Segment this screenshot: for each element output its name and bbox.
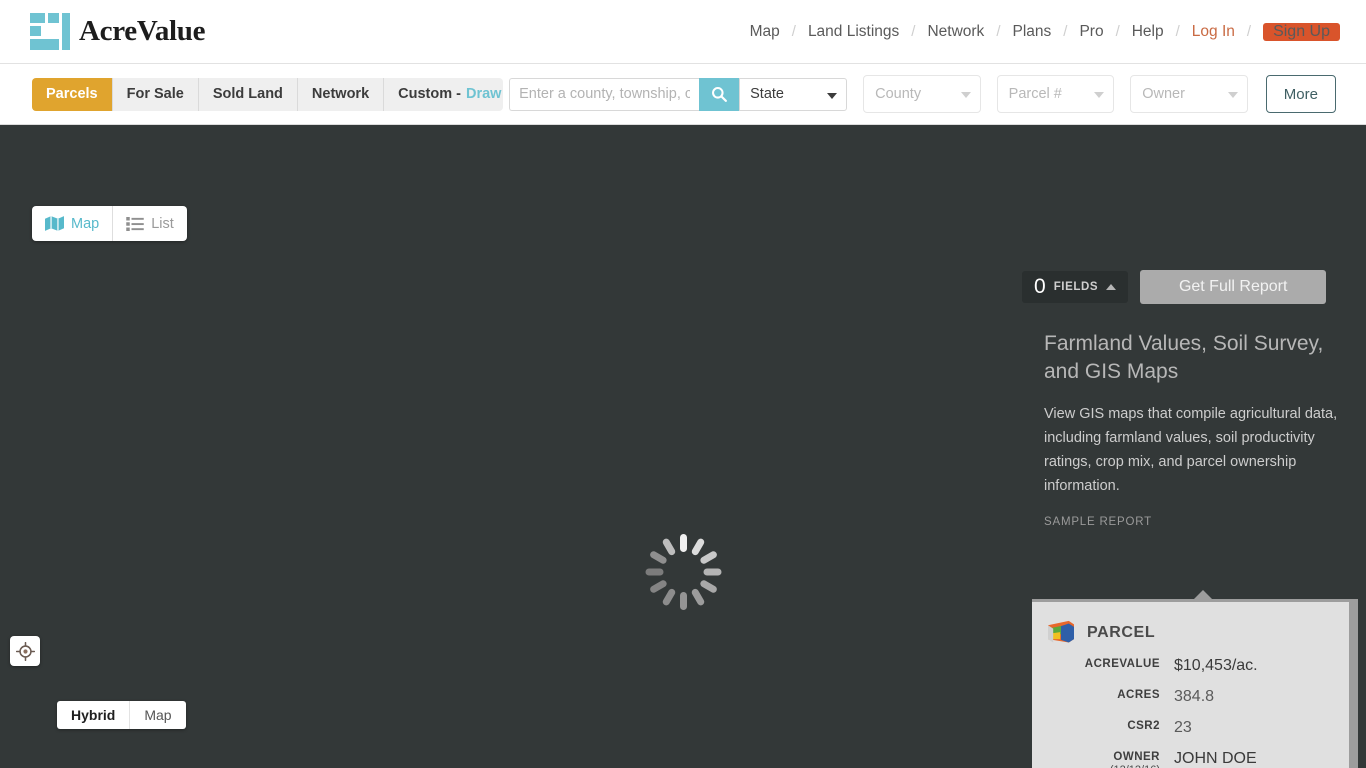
row-key: CSR2 [1127,720,1160,732]
parcel-row-csr2: CSR2 23 [1032,708,1358,739]
state-select[interactable]: State [739,77,848,111]
owner-filter-label: Owner [1142,86,1185,102]
chevron-down-icon [827,92,838,99]
sample-report-label: SAMPLE REPORT [1044,516,1152,528]
county-filter-label: County [875,86,922,102]
nav-item-land-listings[interactable]: Land Listings [798,23,909,41]
parcel-row-owner: OWNER (12/12/16) JOHN DOE [1032,739,1358,768]
acrevalue-logo-icon [30,12,70,51]
parcel-number-filter-label: Parcel # [1008,86,1062,102]
parcel-row-acrevalue: ACREVALUE $10,453/ac. [1032,646,1358,677]
custom-label: Custom - [398,86,461,102]
tab-custom[interactable]: Custom - Draw [384,77,504,111]
chevron-down-icon [1227,92,1238,98]
row-value: 384.8 [1174,688,1215,705]
nav-separator: / [791,23,796,40]
map-icon [45,216,64,231]
geolocate-button[interactable] [10,636,40,666]
nav-item-help[interactable]: Help [1122,23,1174,41]
parcel-card: PARCEL ACREVALUE $10,453/ac. ACRES 384.8… [1032,599,1358,768]
owner-date: (12/12/16) [1032,764,1160,768]
site-header: AcreValue Map / Land Listings / Network … [0,0,1366,64]
search-input[interactable] [509,77,700,111]
nav-separator: / [1063,23,1068,40]
nav-separator: / [1246,23,1252,40]
page-title: Farmland Values, Soil Survey, and GIS Ma… [1044,332,1324,383]
crosshair-icon [15,641,35,661]
nav-item-network[interactable]: Network [917,23,994,41]
row-key: ACRES [1117,689,1160,701]
state-select-label: State [750,86,784,102]
view-toggle-list[interactable]: List [112,206,187,241]
row-value: $10,453/ac. [1174,657,1258,674]
view-toggle-list-label: List [151,215,174,232]
chevron-down-icon [1094,92,1105,98]
layer-tabs: Parcels For Sale Sold Land Network Custo… [32,77,504,111]
tab-sold-land[interactable]: Sold Land [198,77,298,111]
row-value: JOHN DOE [1174,750,1257,767]
nav-separator: / [1175,23,1180,40]
search-group: State [509,77,848,111]
more-filters-button[interactable]: More [1265,75,1336,113]
basemap-map[interactable]: Map [129,701,185,729]
tab-parcels[interactable]: Parcels [32,77,113,111]
search-toolbar: Parcels For Sale Sold Land Network Custo… [0,64,1366,125]
nav-item-plans[interactable]: Plans [1002,23,1061,41]
view-toggle-map[interactable]: Map [32,206,112,241]
chevron-down-icon [960,92,971,98]
card-scrollbar[interactable] [1349,602,1358,768]
parcel-row-acres: ACRES 384.8 [1032,677,1358,708]
basemap-toggle: Hybrid Map [57,701,186,729]
panel-body: Farmland Values, Soil Survey, and GIS Ma… [1024,308,1366,768]
panel-description: View GIS maps that compile agricultural … [1044,406,1338,494]
card-pointer-icon [1194,590,1212,599]
tab-for-sale[interactable]: For Sale [112,77,199,111]
row-value: 23 [1174,719,1192,736]
parcel-number-filter[interactable]: Parcel # [996,75,1115,113]
nav-item-map[interactable]: Map [740,23,790,41]
search-icon [711,86,727,102]
tab-network[interactable]: Network [297,77,385,111]
get-full-report-button[interactable]: Get Full Report [1140,270,1327,304]
basemap-hybrid[interactable]: Hybrid [57,701,129,729]
map-canvas[interactable]: Map List Hybrid Map 0 FIELDS Get Full Re… [0,125,1366,768]
nav-separator: / [996,23,1001,40]
parcel-card-title: PARCEL [1087,624,1156,641]
fields-counter[interactable]: 0 FIELDS [1022,271,1129,303]
nav-separator: / [1115,23,1120,40]
list-icon [126,216,144,231]
view-toggle-map-label: Map [71,215,100,232]
draw-link[interactable]: Draw [466,86,501,102]
nav-item-pro[interactable]: Pro [1069,23,1113,41]
chevron-up-icon [1106,284,1117,290]
main-nav: Map / Land Listings / Network / Plans / … [740,22,1340,41]
nav-item-log-in[interactable]: Log In [1182,23,1245,41]
row-key: ACREVALUE [1084,658,1160,670]
fields-label: FIELDS [1053,281,1099,293]
owner-filter[interactable]: Owner [1130,75,1248,113]
sign-up-button[interactable]: Sign Up [1263,22,1340,41]
parcel-layers-icon [1048,620,1074,643]
fields-count: 0 [1034,275,1046,298]
brand-name: AcreValue [79,15,206,47]
panel-header: 0 FIELDS Get Full Report [1022,270,1327,304]
row-key: OWNER (12/12/16) [1032,747,1160,768]
parcel-card-header: PARCEL [1032,602,1358,646]
right-panel: 0 FIELDS Get Full Report Farmland Values… [1014,250,1366,768]
logo-home-link[interactable]: AcreValue [30,12,206,51]
map-list-toggle: Map List [32,206,187,241]
county-filter[interactable]: County [863,75,981,113]
search-button[interactable] [699,77,740,111]
nav-separator: / [911,23,916,40]
